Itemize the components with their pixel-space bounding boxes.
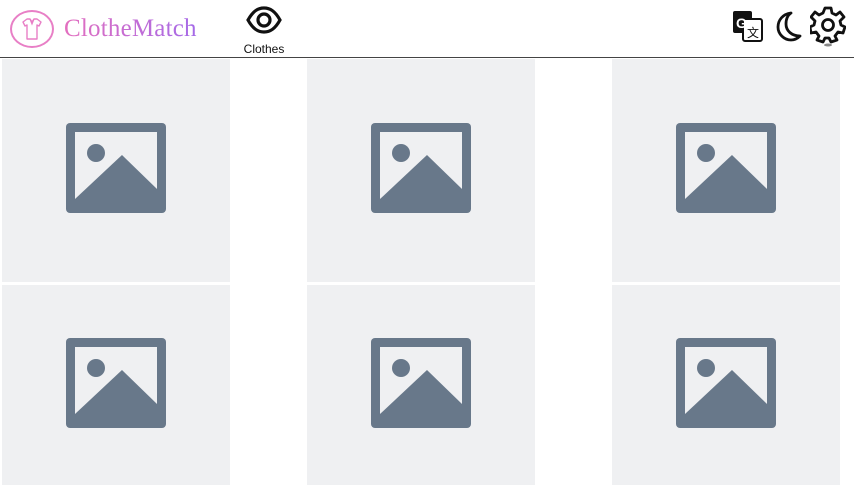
app-title: ClotheMatch bbox=[64, 15, 197, 42]
image-placeholder-icon bbox=[371, 123, 471, 218]
image-placeholder-icon bbox=[66, 337, 166, 433]
gallery-item[interactable] bbox=[307, 59, 535, 282]
translate-icon: G 文 bbox=[732, 9, 764, 48]
gallery-item[interactable] bbox=[307, 285, 535, 485]
dark-mode-toggle[interactable] bbox=[772, 8, 804, 48]
header-actions: G 文 bbox=[732, 6, 847, 48]
image-placeholder-icon bbox=[66, 123, 166, 218]
image-placeholder-icon bbox=[676, 337, 776, 433]
gear-icon bbox=[808, 5, 847, 52]
shirt-logo-icon bbox=[10, 10, 54, 48]
nav-clothes[interactable]: Clothes bbox=[241, 6, 287, 58]
clothes-gallery bbox=[0, 59, 854, 485]
gallery-item[interactable] bbox=[2, 285, 230, 485]
gallery-item[interactable] bbox=[612, 285, 840, 485]
gallery-item[interactable] bbox=[2, 59, 230, 282]
nav-clothes-label: Clothes bbox=[243, 42, 285, 56]
gallery-item[interactable] bbox=[612, 59, 840, 282]
top-bar: ClotheMatch Clothes G 文 bbox=[0, 0, 854, 58]
settings-button[interactable] bbox=[808, 6, 847, 48]
svg-text:G: G bbox=[736, 15, 747, 31]
svg-text:文: 文 bbox=[747, 25, 759, 40]
eye-icon bbox=[246, 6, 282, 39]
app-logo[interactable]: ClotheMatch bbox=[10, 10, 197, 48]
image-placeholder-icon bbox=[371, 337, 471, 433]
translate-button[interactable]: G 文 bbox=[732, 8, 764, 48]
moon-icon bbox=[773, 10, 803, 47]
image-placeholder-icon bbox=[676, 123, 776, 218]
